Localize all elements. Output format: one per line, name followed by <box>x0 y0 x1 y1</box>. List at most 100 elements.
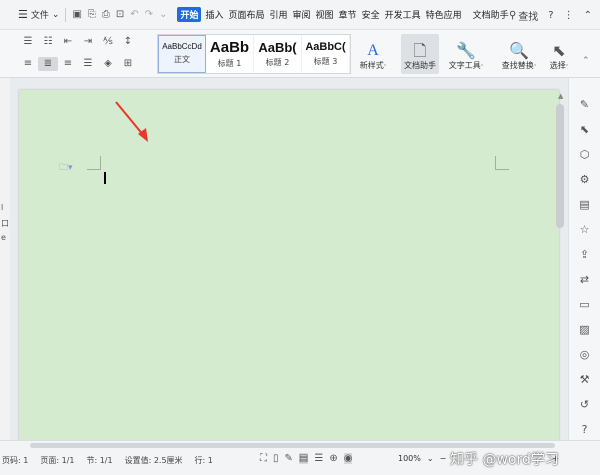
style-heading-2[interactable]: AaBb( 标题 2 <box>254 35 302 73</box>
more-icon[interactable]: ⋮ <box>564 10 574 21</box>
status-setting: 设置值: 2.5厘米 <box>124 456 183 465</box>
status-pages: 页面: 1/1 <box>40 456 75 465</box>
line-spacing-icon[interactable]: ↕ <box>118 35 138 49</box>
preview-icon[interactable]: ⊡ <box>116 9 124 20</box>
left-window-edge: l 口 e <box>0 78 10 440</box>
tab-security[interactable]: 安全 <box>361 7 381 22</box>
tab-page-layout[interactable]: 页面布局 <box>227 7 265 22</box>
save-icon[interactable]: ▣ <box>72 9 81 20</box>
style-heading-1[interactable]: AaBb 标题 1 <box>206 35 254 73</box>
pen-icon[interactable]: ✎ <box>580 96 589 114</box>
edge-char: e <box>1 233 6 242</box>
collapse-icon[interactable]: ⌃ <box>584 10 592 21</box>
print-icon[interactable]: ⎙ <box>102 9 110 20</box>
align-left-icon[interactable]: ≡ <box>18 57 38 71</box>
tab-chapter[interactable]: 章节 <box>338 7 358 22</box>
redo-icon[interactable]: ↷ <box>145 9 153 20</box>
menu-divider <box>65 7 67 22</box>
layout-icon[interactable]: ▭ <box>579 296 589 314</box>
document-icon: 🗋 <box>413 41 427 60</box>
tab-doc-helper[interactable]: 文档助手 <box>472 7 510 22</box>
compass-icon[interactable]: ◎ <box>580 346 590 364</box>
chevron-down-icon[interactable]: ⌄ <box>159 9 167 20</box>
tab-references[interactable]: 引用 <box>269 7 289 22</box>
tab-insert[interactable]: 插入 <box>204 7 224 22</box>
menu-bar: ☰ 文件 ⌄ ▣ ⎘ ⎙ ⊡ ↶ ↷ ⌄ 开始 插入 页面布局 引用 审阅 视图… <box>0 0 600 30</box>
tab-home[interactable]: 开始 <box>177 7 202 22</box>
style-sample: AaBbCcDd <box>162 42 202 51</box>
align-center-icon[interactable]: ≣ <box>38 57 58 71</box>
margin-corner-top-left <box>87 156 101 170</box>
chevron-down-icon[interactable]: ⌄ <box>427 454 434 463</box>
watermark: 知乎 @word学习 <box>450 452 559 468</box>
cursor-icon: ⬉ <box>552 41 566 60</box>
document-page[interactable]: 🗀▾ <box>19 90 559 440</box>
export-icon[interactable]: ⎘ <box>88 9 96 20</box>
tab-view[interactable]: 视图 <box>315 7 335 22</box>
align-right-icon[interactable]: ≡ <box>58 57 78 71</box>
share-icon[interactable]: ⇪ <box>580 246 589 264</box>
translate-icon[interactable]: ⇄ <box>580 271 589 289</box>
edit-icon[interactable]: ✎ <box>285 453 293 464</box>
image-icon[interactable]: ▨ <box>579 321 589 339</box>
tab-review[interactable]: 审阅 <box>292 7 312 22</box>
find-replace-label: 查找替换· <box>501 61 537 70</box>
bullet-list-icon[interactable]: ☰ <box>18 35 38 49</box>
ribbon-collapse-icon[interactable]: ⌃ <box>582 56 590 66</box>
vertical-scrollbar[interactable] <box>556 104 564 228</box>
style-sample: AaBb <box>209 38 250 56</box>
outline-view-icon[interactable]: ☰ <box>314 453 323 464</box>
fullscreen-icon[interactable]: ⛶ <box>260 453 267 464</box>
tab-features[interactable]: 特色应用 <box>425 7 463 22</box>
style-normal[interactable]: AaBbCcDd 正文 <box>158 35 206 73</box>
doc-helper-button[interactable]: 🗋 文档助手 <box>401 34 439 74</box>
search-button[interactable]: ⚲ 查找 <box>509 8 538 23</box>
help-button[interactable]: ? <box>548 10 553 21</box>
shapes-icon[interactable]: ⬡ <box>580 146 590 164</box>
chinese-layout-icon[interactable]: ⅍ <box>98 35 118 49</box>
read-mode-icon[interactable]: ▯ <box>273 453 279 464</box>
web-view-icon[interactable]: ⊕ <box>329 453 337 464</box>
margin-corner-top-right <box>495 156 509 170</box>
undo-icon[interactable]: ↶ <box>130 9 138 20</box>
status-bar: 页码: 1 页面: 1/1 节: 1/1 设置值: 2.5厘米 行: 1 ⛶ ▯… <box>0 440 600 475</box>
scroll-up-icon[interactable]: ▲ <box>558 92 563 100</box>
numbered-list-icon[interactable]: ☷ <box>38 35 58 49</box>
justify-icon[interactable]: ☰ <box>78 57 98 71</box>
star-icon[interactable]: ☆ <box>580 221 590 239</box>
adjust-icon[interactable]: ⚙ <box>580 171 590 189</box>
document-info: 页码: 1 页面: 1/1 节: 1/1 设置值: 2.5厘米 行: 1 <box>2 455 213 466</box>
borders-icon[interactable]: ⊞ <box>118 57 138 71</box>
document-icon[interactable]: ▤ <box>579 196 589 214</box>
style-label: 标题 1 <box>217 58 242 68</box>
select-label: 选择· <box>549 61 569 70</box>
status-section: 节: 1/1 <box>86 456 113 465</box>
tools-icon[interactable]: ⚒ <box>580 371 590 389</box>
history-icon[interactable]: ↺ <box>580 396 589 414</box>
search-label: 查找 <box>518 11 539 23</box>
text-tools-button[interactable]: 🔧 文字工具· <box>443 34 489 74</box>
view-modes: ⛶ ▯ ✎ ▤ ☰ ⊕ ◉ <box>260 453 353 464</box>
new-style-button[interactable]: A 新样式· <box>355 34 391 74</box>
increase-indent-icon[interactable]: ⇥ <box>78 35 98 49</box>
magnifier-icon: 🔍 <box>509 41 529 60</box>
file-menu[interactable]: ☰ 文件 ⌄ <box>18 8 59 21</box>
edge-char: 口 <box>1 219 9 228</box>
eye-protection-icon[interactable]: ◉ <box>343 453 353 464</box>
zoom-level[interactable]: 100% <box>398 454 421 463</box>
paragraph-handle-icon[interactable]: 🗀▾ <box>59 160 73 176</box>
zoom-out-button[interactable]: − <box>440 454 447 463</box>
menu-right-tools: ⚲ 查找 ? ⋮ ⌃ <box>509 0 592 30</box>
page-view-icon[interactable]: ▤ <box>298 453 309 464</box>
tab-developer[interactable]: 开发工具 <box>384 7 422 22</box>
horizontal-scrollbar[interactable] <box>30 443 555 448</box>
style-heading-3[interactable]: AaBbC( 标题 3 <box>302 35 350 73</box>
decrease-indent-icon[interactable]: ⇤ <box>58 35 78 49</box>
select-button[interactable]: ⬉ 选择· <box>545 34 573 74</box>
chevron-down-icon: ⌄ <box>51 9 60 20</box>
shading-icon[interactable]: ◈ <box>98 57 118 71</box>
pointer-icon[interactable]: ⬉ <box>580 121 589 139</box>
find-replace-button[interactable]: 🔍 查找替换· <box>497 34 541 74</box>
help-circle-icon[interactable]: ? <box>582 421 588 439</box>
wrench-icon: 🔧 <box>456 41 476 60</box>
